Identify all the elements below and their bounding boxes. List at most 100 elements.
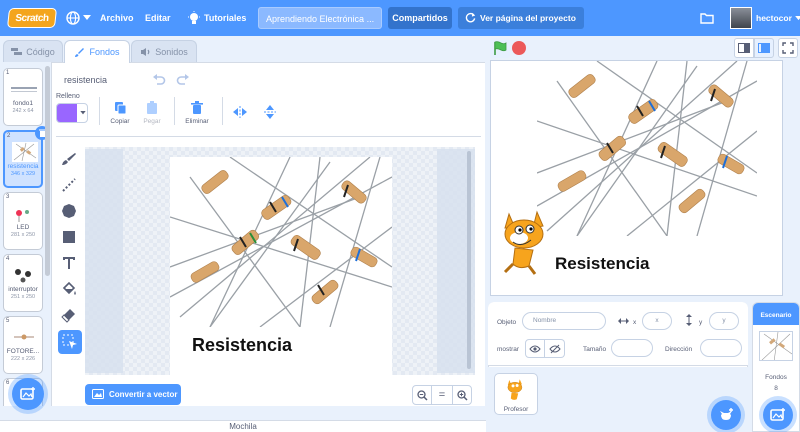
cat-add-icon bbox=[720, 408, 733, 420]
green-flag-button[interactable] bbox=[490, 38, 510, 58]
fill-color-swatch bbox=[57, 104, 77, 122]
flip-horizontal-icon[interactable] bbox=[233, 106, 247, 118]
backdrop-name-input[interactable]: resistencia bbox=[56, 72, 140, 90]
line-tool[interactable] bbox=[58, 174, 80, 196]
flip-vertical-icon[interactable] bbox=[264, 105, 276, 119]
backdrop-number: 2 bbox=[7, 133, 11, 139]
text-tool[interactable] bbox=[58, 252, 80, 274]
x-input[interactable]: x bbox=[642, 312, 672, 330]
backdrop-thumbnail bbox=[11, 327, 37, 347]
canvas-scrollbar-left bbox=[85, 149, 123, 373]
redo-icon[interactable] bbox=[176, 74, 190, 86]
lightbulb-icon bbox=[188, 11, 200, 24]
account-menu[interactable]: hectocor bbox=[730, 0, 800, 36]
stage-selector-title: Escenario bbox=[760, 312, 792, 319]
stage[interactable]: Resistencia bbox=[490, 60, 783, 296]
horizontal-arrows-icon bbox=[618, 318, 629, 324]
backdrop-size: 281 x 250 bbox=[10, 232, 36, 238]
show-hidden-button[interactable] bbox=[545, 339, 565, 358]
size-input[interactable] bbox=[611, 339, 653, 357]
sprite-info: Objeto Nombre x x y y mostrar Tamaño Dir… bbox=[488, 302, 748, 366]
delete-label: Eliminar bbox=[185, 118, 209, 125]
speaker-icon bbox=[141, 47, 150, 56]
delete-button[interactable]: Eliminar bbox=[172, 101, 222, 125]
circle-icon bbox=[62, 204, 76, 218]
backdrop-number: 3 bbox=[6, 194, 10, 200]
large-stage-button[interactable] bbox=[754, 38, 774, 58]
backdrop-size: 242 x 64 bbox=[12, 108, 34, 114]
code-blocks-icon bbox=[11, 47, 23, 55]
tab-sounds[interactable]: Sonidos bbox=[131, 40, 197, 62]
paste-label: Pegar bbox=[143, 118, 161, 125]
direction-input[interactable] bbox=[700, 339, 742, 357]
fill-label: Relleno bbox=[56, 93, 80, 100]
backdrop-item[interactable]: 5 FOTORE... 222 x 226 bbox=[3, 316, 43, 374]
see-project-page-button[interactable]: Ver página del proyecto bbox=[458, 7, 584, 29]
zoom-in-icon bbox=[456, 390, 468, 401]
zoom-reset-button[interactable]: = bbox=[432, 385, 452, 405]
menu-archivo[interactable]: Archivo bbox=[100, 0, 134, 36]
backdrop-item[interactable]: 1 fondo1 242 x 64 bbox=[3, 68, 43, 126]
show-visible-button[interactable] bbox=[525, 339, 545, 358]
small-stage-button[interactable] bbox=[734, 38, 754, 58]
stop-button[interactable] bbox=[512, 41, 526, 55]
tab-backdrops[interactable]: Fondos bbox=[64, 40, 130, 63]
menu-tutoriales[interactable]: Tutoriales bbox=[188, 0, 246, 36]
rectangle-tool[interactable] bbox=[58, 226, 80, 248]
backdrop-number: 5 bbox=[6, 318, 10, 324]
backdrop-item-selected[interactable]: 2 resistencia 346 x 329 bbox=[3, 126, 49, 188]
backdrop-size: 251 x 250 bbox=[10, 294, 36, 300]
folder-icon bbox=[700, 13, 714, 24]
image-add-icon bbox=[20, 387, 35, 400]
stage-resistors-image bbox=[537, 61, 757, 236]
tab-code[interactable]: Código bbox=[3, 40, 63, 62]
zoom-in-button[interactable] bbox=[452, 385, 472, 405]
backdrop-number: 1 bbox=[6, 70, 10, 76]
language-menu[interactable] bbox=[66, 0, 91, 36]
tutoriales-label: Tutoriales bbox=[204, 13, 247, 23]
tool-palette bbox=[52, 140, 86, 365]
zoom-out-button[interactable] bbox=[412, 385, 432, 405]
paint-bucket-icon bbox=[62, 281, 76, 295]
canvas-vertical-scrollbar[interactable] bbox=[467, 151, 471, 369]
paste-button[interactable]: Pegar bbox=[127, 101, 177, 125]
eraser-tool[interactable] bbox=[58, 304, 80, 326]
backdrop-name: LED bbox=[16, 224, 30, 231]
select-tool[interactable] bbox=[58, 330, 82, 354]
backdrop-list-scrollbar[interactable] bbox=[45, 66, 50, 276]
share-button[interactable]: Compartidos bbox=[388, 7, 452, 29]
undo-icon[interactable] bbox=[152, 74, 166, 86]
fill-tool[interactable] bbox=[58, 278, 80, 300]
project-title-input[interactable]: Aprendiendo Electrónica ... bbox=[258, 7, 382, 29]
small-stage-icon bbox=[738, 43, 750, 53]
choose-sprite-button[interactable] bbox=[711, 400, 741, 430]
eye-hidden-icon bbox=[548, 344, 561, 353]
direction-label: Dirección bbox=[665, 346, 693, 353]
backdrop-item[interactable]: 4 interruptor 251 x 250 bbox=[3, 254, 43, 312]
fullscreen-button[interactable] bbox=[778, 38, 798, 58]
brush-tool[interactable] bbox=[58, 148, 80, 170]
cat-sprite bbox=[503, 210, 544, 275]
my-stuff-button[interactable] bbox=[700, 0, 714, 36]
resistors-image bbox=[170, 157, 392, 328]
caret-down-icon bbox=[795, 15, 800, 20]
backdrop-item[interactable]: 3 LED 281 x 250 bbox=[3, 192, 43, 250]
sprite-item[interactable]: Profesor bbox=[494, 373, 538, 415]
tab-sounds-label: Sonidos bbox=[155, 46, 188, 57]
convert-to-vector-button[interactable]: Convertir a vector bbox=[85, 384, 181, 405]
paint-canvas[interactable]: Resistencia bbox=[85, 147, 475, 377]
sprite-name-input[interactable]: Nombre bbox=[522, 312, 606, 330]
y-input[interactable]: y bbox=[709, 312, 739, 330]
caret-down-icon bbox=[83, 15, 91, 20]
choose-backdrop-stage-button[interactable] bbox=[763, 400, 793, 430]
fill-color-picker[interactable] bbox=[56, 103, 88, 123]
sprite-name-label: Objeto bbox=[497, 319, 517, 326]
menu-editar[interactable]: Editar bbox=[145, 0, 171, 36]
circle-tool[interactable] bbox=[58, 200, 80, 222]
choose-backdrop-button[interactable] bbox=[12, 378, 44, 410]
vertical-arrows-icon bbox=[686, 314, 692, 326]
backpack-bar[interactable]: Mochila bbox=[0, 420, 486, 432]
trash-icon bbox=[191, 101, 203, 114]
backdrops-count: 8 bbox=[774, 385, 778, 392]
scratch-logo[interactable]: Scratch bbox=[6, 8, 58, 28]
